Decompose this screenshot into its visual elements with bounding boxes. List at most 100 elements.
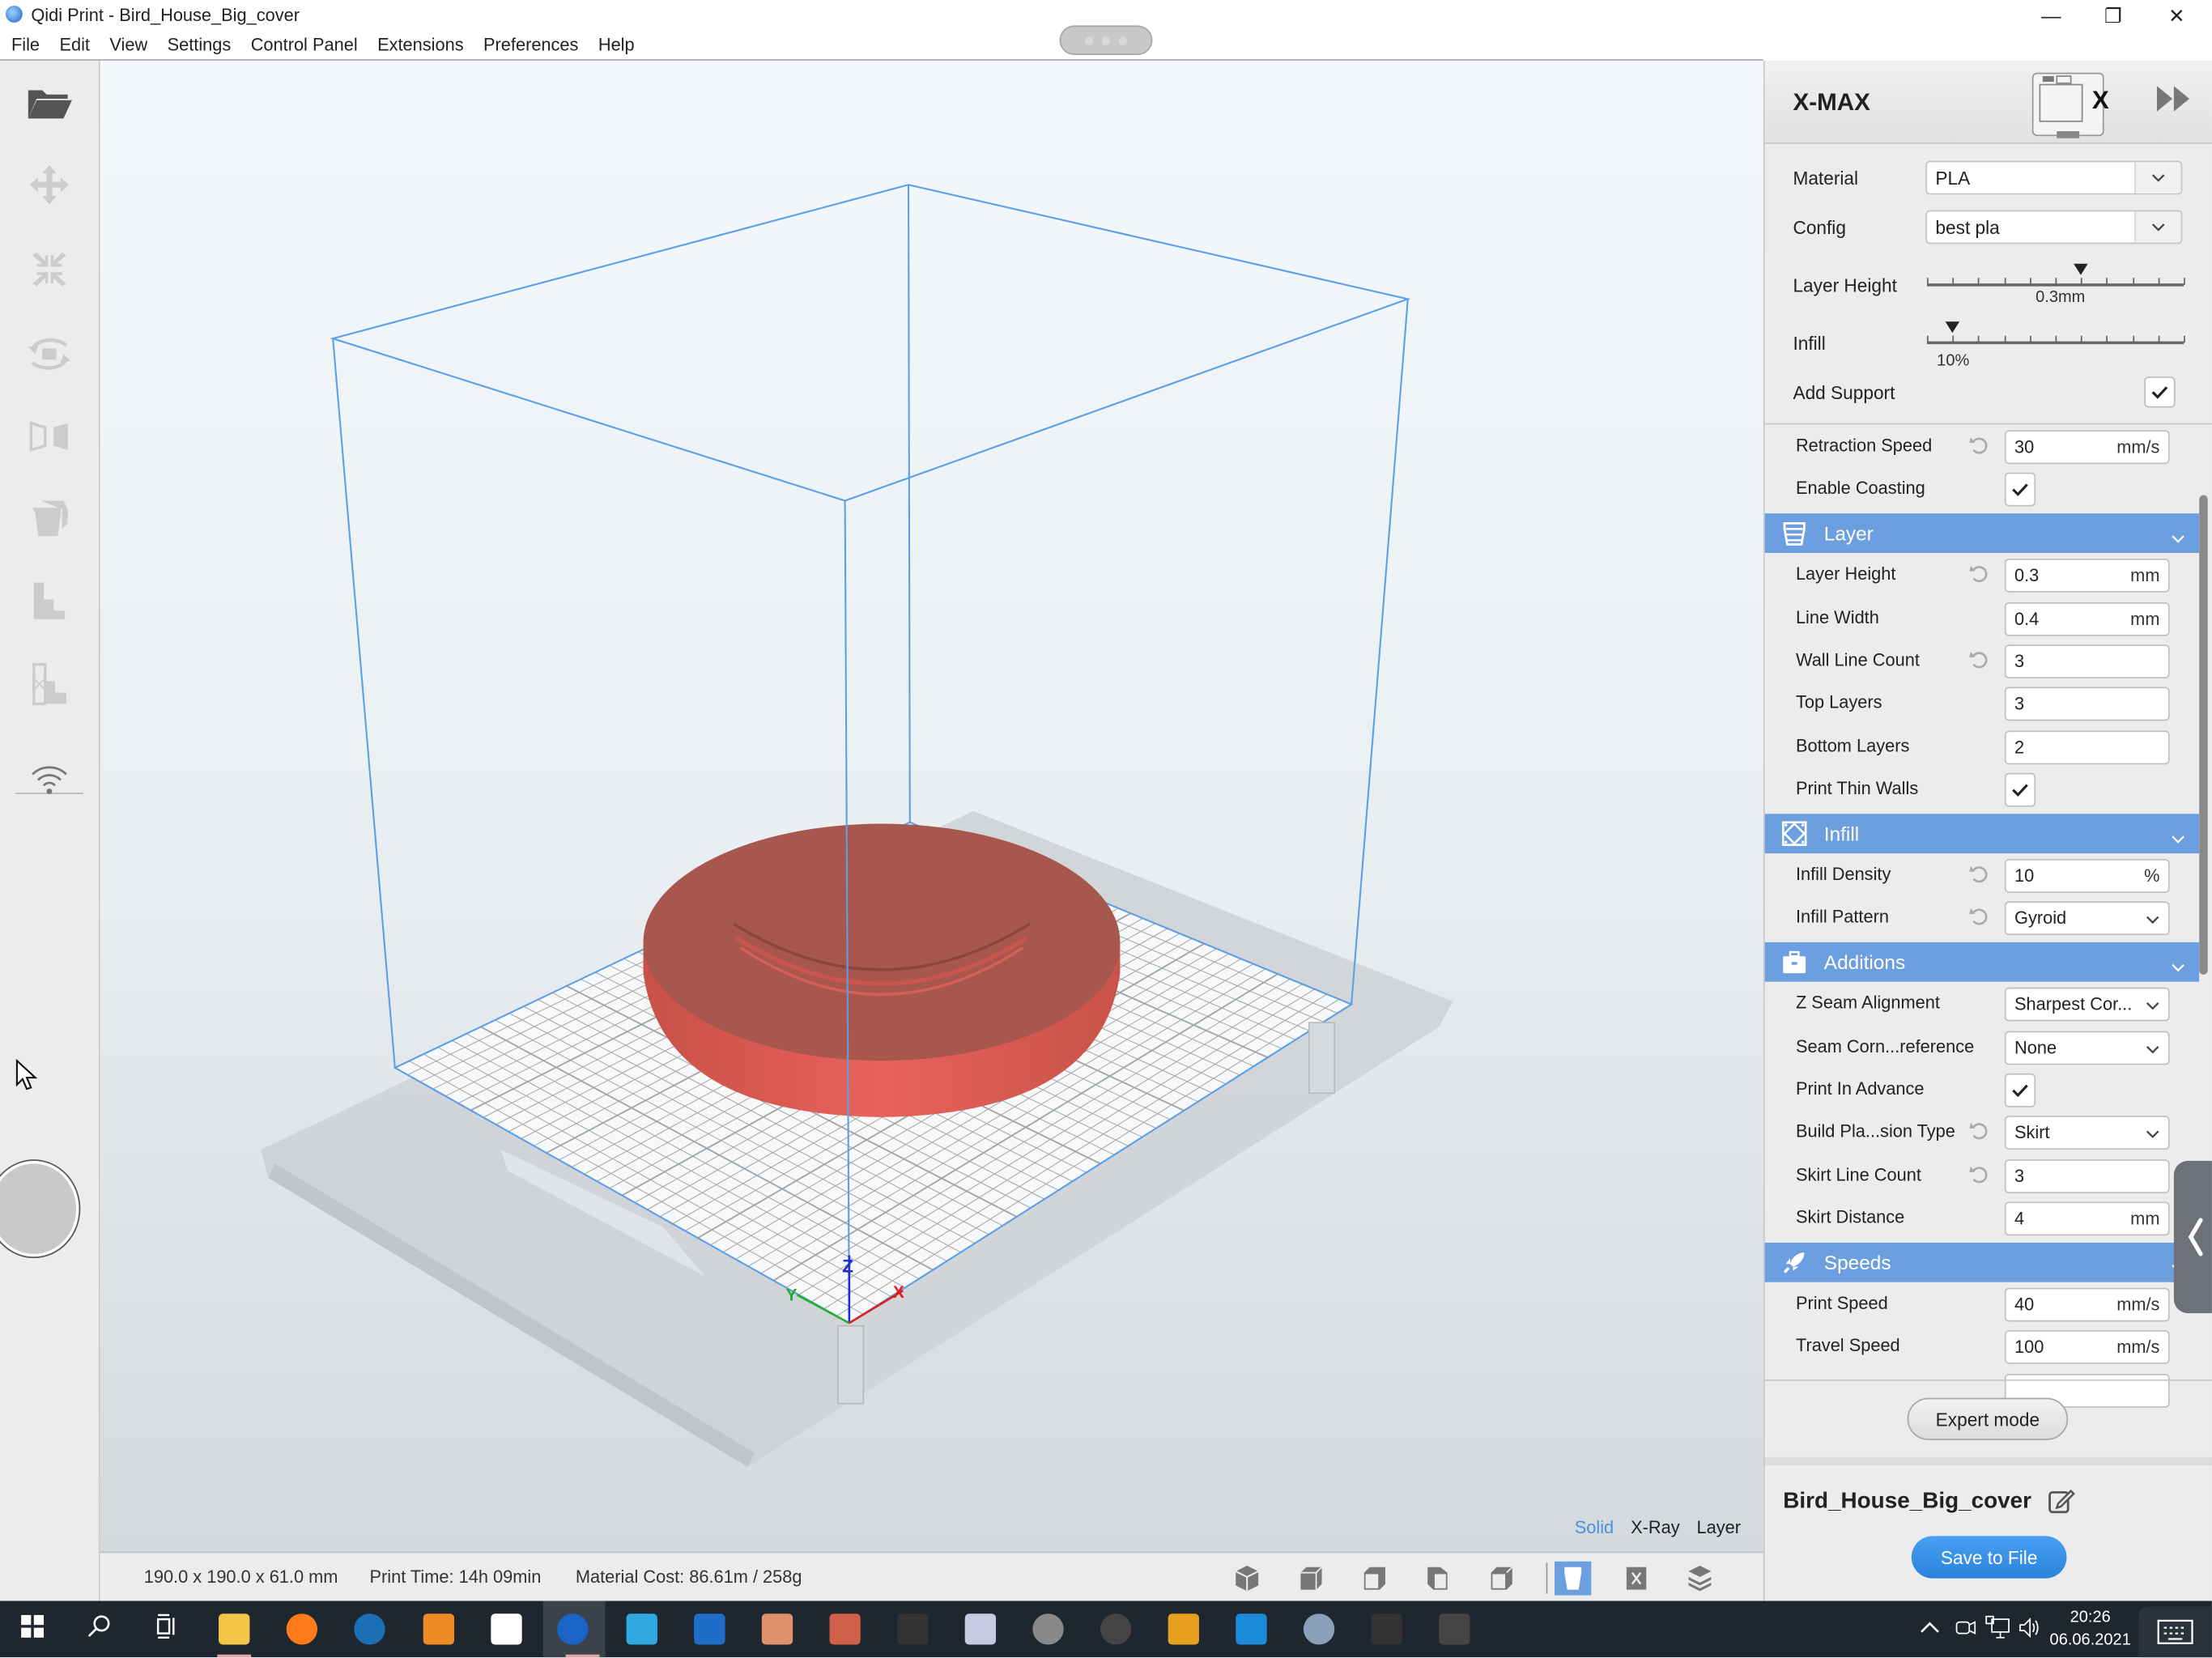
layer-mode-button[interactable] [1682, 1562, 1718, 1596]
material-select[interactable]: PLA [1925, 160, 2183, 195]
reset-icon[interactable] [1968, 1163, 1991, 1186]
top-layers-input[interactable]: 3 [2004, 687, 2170, 721]
support-button[interactable] [19, 492, 79, 543]
z-seam-alignment-select[interactable]: Sharpest Cor... [2004, 987, 2170, 1022]
reset-icon[interactable] [1968, 435, 1991, 457]
view-mode-layer[interactable]: Layer [1696, 1518, 1741, 1537]
save-to-file-button[interactable]: Save to File [1911, 1536, 2067, 1579]
taskbar-app-file-explorer[interactable] [217, 1612, 251, 1646]
taskbar-app-flash-app[interactable] [1167, 1612, 1201, 1646]
rotate-button[interactable] [19, 329, 79, 380]
menu-file[interactable]: File [0, 36, 49, 55]
skirt-distance-input[interactable]: 4 mm [2004, 1201, 2170, 1236]
taskbar-app-vr-app[interactable] [1032, 1612, 1066, 1646]
taskbar-app-face-app[interactable] [760, 1612, 794, 1646]
taskbar-app-blender[interactable] [422, 1612, 456, 1646]
wifi-button[interactable] [19, 755, 79, 806]
view-3d-button[interactable] [1229, 1562, 1266, 1596]
reset-icon[interactable] [1968, 863, 1991, 886]
3d-viewport[interactable]: Z Y X Solid X-Ray Layer [100, 60, 1763, 1552]
view-left-button[interactable] [1419, 1562, 1456, 1596]
taskbar-app-video-editor[interactable] [625, 1612, 659, 1646]
settings-scrollbar[interactable] [2199, 495, 2208, 975]
menu-edit[interactable]: Edit [49, 36, 100, 55]
side-drawer-tab[interactable] [2173, 1160, 2212, 1314]
reset-icon[interactable] [1968, 563, 1991, 586]
restore-button[interactable]: ❐ [2082, 0, 2145, 31]
infill-pattern-select[interactable]: Gyroid [2004, 902, 2170, 936]
taskbar-app-start[interactable] [15, 1612, 49, 1646]
close-button[interactable]: ✕ [2146, 0, 2208, 31]
solid-mode-button[interactable] [1555, 1561, 1592, 1596]
collapse-panel-icon[interactable] [2154, 83, 2193, 114]
scale-button[interactable] [19, 244, 79, 295]
minimize-button[interactable]: — [2020, 0, 2082, 31]
taskbar-app-aperture-app[interactable] [1302, 1612, 1336, 1646]
taskbar-app-xmind[interactable] [490, 1612, 524, 1646]
section-header-infill[interactable]: Infill [1764, 813, 2200, 853]
show-hidden-icons[interactable] [1920, 1617, 1939, 1642]
taskbar-app-firefox[interactable] [285, 1612, 319, 1646]
seam-corn-reference-select[interactable]: None [2004, 1030, 2170, 1065]
build-pla-sion-type-select[interactable]: Skirt [2004, 1116, 2170, 1150]
view-mode-xray[interactable]: X-Ray [1631, 1518, 1680, 1537]
menu-control-panel[interactable]: Control Panel [240, 36, 367, 55]
network-tray-icon[interactable] [1984, 1615, 2010, 1647]
retraction-speed-input[interactable]: 30 mm/s [2004, 430, 2170, 465]
touch-keyboard-button[interactable] [2138, 1606, 2212, 1658]
menu-preferences[interactable]: Preferences [474, 36, 589, 55]
reset-icon[interactable] [1968, 906, 1991, 929]
slider-thumb[interactable] [2074, 263, 2088, 275]
infill-slider[interactable] [1926, 321, 2185, 347]
support-blocker-button[interactable] [19, 659, 79, 710]
taskbar-app-curve-app[interactable] [1437, 1612, 1471, 1646]
reset-icon[interactable] [1968, 648, 1991, 671]
expert-mode-button[interactable]: Expert mode [1907, 1397, 2069, 1440]
model-bird-house-cover[interactable] [643, 823, 1121, 1117]
config-select[interactable]: best pla [1925, 210, 2183, 244]
volume-tray-icon[interactable] [2017, 1615, 2042, 1647]
reset-icon[interactable] [1968, 1120, 1991, 1143]
infill-density-input[interactable]: 10% [2004, 859, 2170, 893]
view-mode-solid[interactable]: Solid [1575, 1518, 1614, 1537]
taskbar-app-task-view[interactable] [148, 1612, 182, 1646]
bottom-layers-input[interactable]: 2 [2004, 730, 2170, 764]
section-header-additions[interactable]: Additions [1764, 942, 2200, 982]
wall-line-count-input[interactable]: 3 [2004, 644, 2170, 679]
taskbar-app-qidi-print[interactable] [555, 1612, 589, 1646]
camera-tray-icon[interactable] [1954, 1615, 1976, 1647]
section-header-layer[interactable]: Layer [1764, 512, 2200, 553]
taskbar-app-inkscape[interactable] [1370, 1612, 1404, 1646]
print-thin-walls-checkbox[interactable] [2004, 773, 2036, 807]
skirt-line-count-input[interactable]: 3 [2004, 1158, 2170, 1193]
layer-height-input[interactable]: 0.3 mm [2004, 559, 2170, 593]
view-right-button[interactable] [1482, 1562, 1519, 1596]
taskbar-app-search[interactable] [82, 1612, 116, 1646]
move-button[interactable] [19, 159, 79, 210]
taskbar-app-makerbot[interactable] [895, 1612, 929, 1646]
view-front-button[interactable] [1292, 1562, 1329, 1596]
taskbar-app-figure-app[interactable] [1099, 1612, 1133, 1646]
window-drag-handle[interactable] [1059, 25, 1153, 55]
taskbar-app-polyhedron-app[interactable] [828, 1612, 862, 1646]
view-top-button[interactable] [1355, 1562, 1392, 1596]
per-model-settings-button[interactable] [19, 574, 79, 625]
travel-speed-input[interactable]: 100 mm/s [2004, 1330, 2170, 1365]
taskbar-app-cross-app[interactable] [1235, 1612, 1269, 1646]
layer-height-slider[interactable] [1926, 263, 2185, 289]
menu-extensions[interactable]: Extensions [368, 36, 474, 55]
taskbar-app-powershell[interactable] [692, 1612, 726, 1646]
add-support-checkbox[interactable] [2144, 376, 2176, 408]
print-speed-input[interactable]: 40 mm/s [2004, 1287, 2170, 1322]
taskbar-app-steam[interactable] [353, 1612, 387, 1646]
menu-settings[interactable]: Settings [157, 36, 240, 55]
xray-mode-button[interactable] [1618, 1562, 1654, 1596]
open-file-button[interactable] [19, 78, 79, 129]
line-width-input[interactable]: 0.4 mm [2004, 602, 2170, 636]
system-clock[interactable]: 20:26 06.06.2021 [2050, 1606, 2131, 1652]
edit-filename-icon[interactable] [2047, 1486, 2075, 1515]
taskbar-app-monitor-app[interactable] [963, 1612, 998, 1646]
print-in-advance-checkbox[interactable] [2004, 1073, 2036, 1107]
menu-view[interactable]: View [100, 36, 157, 55]
section-header-speeds[interactable]: Speeds [1764, 1242, 2200, 1282]
